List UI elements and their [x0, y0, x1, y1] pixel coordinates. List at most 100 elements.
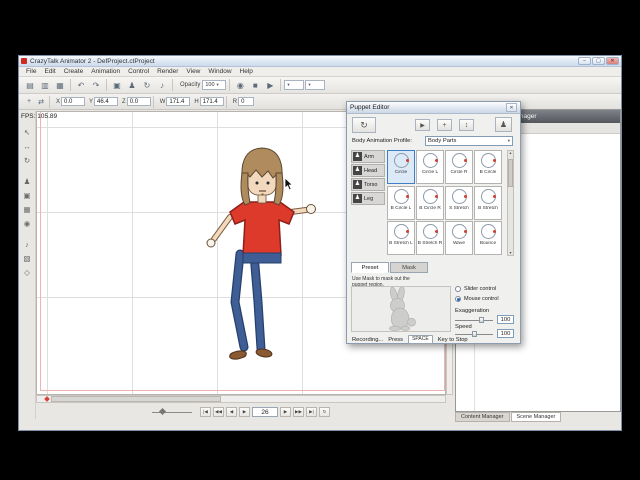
tab-preset[interactable]: Preset	[351, 262, 389, 273]
minimize-icon[interactable]: –	[578, 57, 591, 65]
part-item-arm[interactable]: ♟ Arm	[351, 150, 385, 163]
preset-cell[interactable]: Circle L	[416, 150, 444, 184]
preset-cell[interactable]: B Stretch R	[416, 221, 444, 256]
image-tool-icon[interactable]: ▧	[21, 253, 34, 264]
select-tool-icon[interactable]: ↖	[21, 127, 34, 138]
previous-key-icon[interactable]: ◀◀	[213, 406, 224, 417]
actor-icon[interactable]: ♟	[125, 79, 139, 92]
menu-animation[interactable]: Animation	[87, 67, 124, 76]
exaggeration-value[interactable]: 100	[497, 315, 514, 324]
profile-dropdown[interactable]: Body Parts ▾	[425, 136, 513, 146]
menu-control[interactable]: Control	[124, 67, 153, 76]
tab-scene-manager[interactable]: Scene Manager	[510, 412, 562, 422]
x-field[interactable]: 0.0	[61, 97, 86, 106]
rotate-tool-icon[interactable]: ↻	[21, 155, 34, 166]
opacity-dropdown[interactable]: 100 ▾	[202, 80, 227, 90]
horizontal-scroll-thumb[interactable]	[51, 396, 221, 402]
preset-cell[interactable]: Bounce	[474, 221, 502, 256]
camera-icon[interactable]: ◉	[233, 79, 247, 92]
animation-icon[interactable]: ↻	[140, 79, 154, 92]
preset-label: Wave	[452, 241, 466, 247]
sound-tool-icon[interactable]: ♪	[21, 239, 34, 250]
part-item-torso[interactable]: ♟ Torso	[351, 178, 385, 191]
current-frame-field[interactable]: 26	[252, 406, 278, 417]
scroll-down-icon[interactable]: ▼	[508, 251, 513, 255]
preset-thumb	[422, 224, 438, 240]
puppet-person-icon[interactable]: ♟	[495, 117, 512, 132]
preset-cell[interactable]: B Circle L	[387, 185, 415, 220]
stage-horizontal-scrollbar[interactable]	[36, 395, 446, 403]
preset-cell[interactable]: S Stretch	[445, 185, 473, 220]
h-field[interactable]: 171.4	[199, 97, 224, 106]
preset-scroll-thumb[interactable]	[508, 159, 513, 187]
scene-tool-icon[interactable]: ▦	[21, 204, 34, 215]
dialog-title: Puppet Editor	[350, 104, 390, 111]
settings-tool-icon[interactable]: ◇	[21, 267, 34, 278]
flip-icon[interactable]: ⇄	[35, 95, 47, 108]
y-field[interactable]: 46.4	[94, 97, 119, 106]
play-preview-icon[interactable]: ▶	[415, 119, 430, 131]
menu-create[interactable]: Create	[60, 67, 88, 76]
go-to-end-icon[interactable]: ▶|	[306, 406, 317, 417]
new-project-icon[interactable]: ▤	[23, 79, 37, 92]
tab-content-manager[interactable]: Content Manager	[455, 412, 510, 422]
menu-edit[interactable]: Edit	[40, 67, 59, 76]
slider-handle[interactable]	[479, 317, 484, 323]
zoom-slider-handle[interactable]	[158, 407, 167, 415]
preview-icon[interactable]: ▶	[263, 79, 277, 92]
open-project-icon[interactable]: ▥	[38, 79, 52, 92]
sound-icon[interactable]: ♪	[155, 79, 169, 92]
menu-view[interactable]: View	[182, 67, 204, 76]
move-tool-icon[interactable]: +	[23, 95, 35, 108]
preset-cell[interactable]: B Circle R	[416, 185, 444, 220]
loop-icon[interactable]: ↻	[319, 406, 330, 417]
exaggeration-slider[interactable]	[455, 316, 493, 324]
actor-tool-icon[interactable]: ♟	[21, 176, 34, 187]
menu-help[interactable]: Help	[236, 67, 257, 76]
maximize-icon[interactable]: ▢	[592, 57, 605, 65]
redo-icon[interactable]: ↷	[89, 79, 103, 92]
preset-grid-scrollbar[interactable]: ▲ ▼	[507, 150, 514, 256]
preset-cell[interactable]: B Stretch	[474, 185, 502, 220]
stage-mode-icon[interactable]: ▣	[110, 79, 124, 92]
tab-mask[interactable]: Mask	[390, 262, 428, 273]
move-tool-icon[interactable]: ↔	[21, 141, 34, 152]
go-to-start-icon[interactable]: |◀	[200, 406, 211, 417]
preset-cell[interactable]: Wave	[445, 221, 473, 256]
scroll-up-icon[interactable]: ▲	[508, 151, 513, 155]
menu-render[interactable]: Render	[153, 67, 182, 76]
move-cross-icon[interactable]: +	[437, 119, 452, 131]
preset-cell[interactable]: B Stretch L	[387, 221, 415, 256]
puppet-editor-titlebar[interactable]: Puppet Editor ✕	[347, 102, 520, 114]
save-project-icon[interactable]: ▦	[53, 79, 67, 92]
menu-window[interactable]: Window	[204, 67, 235, 76]
radio-mouse-control[interactable]: Mouse control	[455, 296, 499, 302]
retarget-icon[interactable]: ↻	[352, 117, 376, 133]
part-item-leg[interactable]: ♟ Leg	[351, 192, 385, 205]
view-dropdown-1[interactable]: ▾	[284, 80, 305, 90]
next-key-icon[interactable]: ▶▶	[293, 406, 304, 417]
z-field[interactable]: 0.0	[126, 97, 151, 106]
menu-file[interactable]: File	[22, 67, 40, 76]
preset-cell[interactable]: Circle	[387, 150, 415, 184]
next-frame-icon[interactable]: ▶	[280, 406, 291, 417]
play-icon[interactable]: ▶	[239, 406, 250, 417]
render-icon[interactable]: ■	[248, 79, 262, 92]
preset-cell[interactable]: Circle R	[445, 150, 473, 184]
title-bar[interactable]: CrazyTalk Animator 2 - DefProject.ctProj…	[19, 56, 621, 67]
prop-tool-icon[interactable]: ▣	[21, 190, 34, 201]
actor-character[interactable]	[202, 147, 322, 367]
rotate-field[interactable]: 0	[238, 97, 255, 106]
preset-cell[interactable]: B Circle	[474, 150, 502, 184]
timeline-zoom-slider[interactable]	[152, 407, 192, 416]
part-item-head[interactable]: ♟ Head	[351, 164, 385, 177]
radio-slider-control[interactable]: Slider control	[455, 286, 496, 292]
view-dropdown-2[interactable]: ▾	[305, 80, 326, 90]
close-icon[interactable]: ✕	[606, 57, 619, 65]
camera-tool-icon[interactable]: ◉	[21, 218, 34, 229]
close-icon[interactable]: ✕	[506, 103, 517, 112]
previous-frame-icon[interactable]: ◀	[226, 406, 237, 417]
w-field[interactable]: 171.4	[166, 97, 191, 106]
vertical-arrows-icon[interactable]: ↕	[459, 119, 474, 131]
undo-icon[interactable]: ↶	[74, 79, 88, 92]
